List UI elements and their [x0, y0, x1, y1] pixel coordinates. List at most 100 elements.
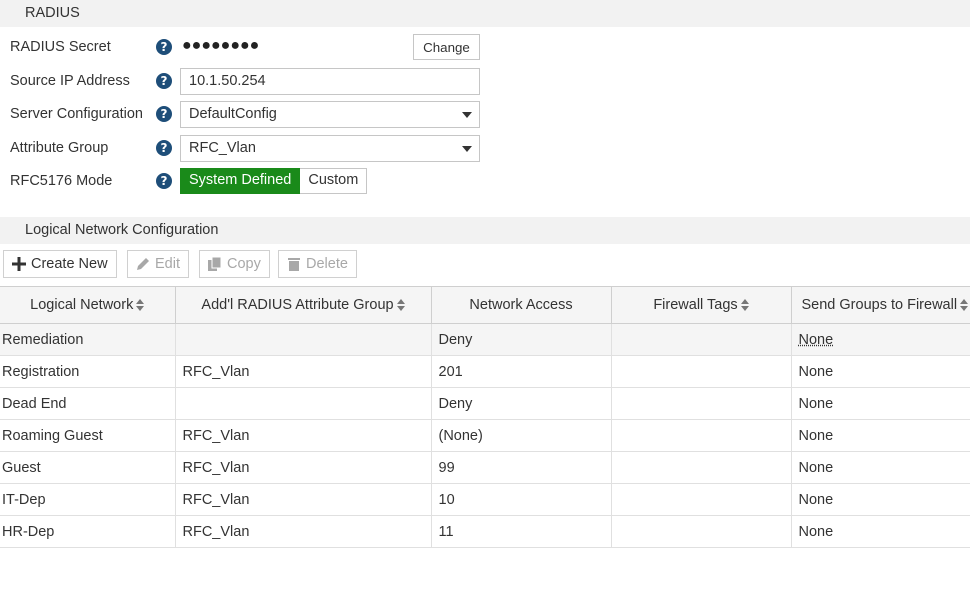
- source-ip-label: Source IP Address: [10, 73, 130, 89]
- delete-label: Delete: [306, 256, 348, 272]
- cell-network-access: 11: [431, 515, 612, 548]
- radius-secret-label: RADIUS Secret: [10, 39, 111, 55]
- column-header-label: Send Groups to Firewall: [801, 297, 958, 313]
- table-row[interactable]: Registration RFC_Vlan 201 None: [0, 355, 970, 388]
- cell-attribute-group: RFC_Vlan: [175, 419, 432, 452]
- pencil-icon: [137, 258, 149, 270]
- server-config-label: Server Configuration: [10, 106, 143, 122]
- source-ip-input[interactable]: 10.1.50.254: [180, 68, 480, 95]
- send-groups-link[interactable]: None: [799, 332, 834, 348]
- column-header-label: Network Access: [469, 297, 573, 313]
- cell-firewall-tags: [611, 451, 792, 484]
- cell-firewall-tags: [611, 515, 792, 548]
- table-row[interactable]: Roaming Guest RFC_Vlan (None) None: [0, 419, 970, 452]
- help-icon[interactable]: ?: [156, 106, 172, 122]
- server-config-select[interactable]: DefaultConfig: [180, 101, 480, 128]
- cell-network-access: 10: [431, 483, 612, 516]
- attribute-group-row: Attribute Group ? RFC_Vlan: [0, 135, 490, 162]
- radius-section-title: RADIUS: [25, 5, 80, 21]
- cell-firewall-tags: [611, 483, 792, 516]
- delete-button[interactable]: Delete: [278, 250, 357, 278]
- create-new-button[interactable]: Create New: [3, 250, 117, 278]
- cell-logical-network: HR-Dep: [0, 515, 176, 548]
- table-row[interactable]: HR-Dep RFC_Vlan 11 None: [0, 515, 970, 548]
- cell-attribute-group: RFC_Vlan: [175, 515, 432, 548]
- column-header-label: Add'l RADIUS Attribute Group: [201, 297, 394, 313]
- cell-firewall-tags: [611, 419, 792, 452]
- help-icon[interactable]: ?: [156, 140, 172, 156]
- rfc-mode-custom[interactable]: Custom: [300, 168, 368, 194]
- cell-logical-network: IT-Dep: [0, 483, 176, 516]
- edit-button[interactable]: Edit: [127, 250, 189, 278]
- cell-attribute-group: RFC_Vlan: [175, 451, 432, 484]
- cell-send-groups: None: [791, 355, 970, 388]
- table-header-row: Logical Network Add'l RADIUS Attribute G…: [0, 286, 970, 324]
- attribute-group-label: Attribute Group: [10, 140, 109, 156]
- caret-down-icon: [462, 112, 472, 118]
- cell-send-groups: None: [791, 515, 970, 548]
- source-ip-row: Source IP Address ? 10.1.50.254: [0, 68, 490, 95]
- cell-send-groups: None: [791, 387, 970, 420]
- rfc-mode-label: RFC5176 Mode: [10, 173, 113, 189]
- table-row[interactable]: Guest RFC_Vlan 99 None: [0, 451, 970, 484]
- cell-network-access: Deny: [431, 323, 612, 356]
- rfc-mode-system-defined[interactable]: System Defined: [180, 168, 301, 194]
- radius-secret-value: ●●●●●●●●: [182, 37, 260, 54]
- help-icon[interactable]: ?: [156, 39, 172, 55]
- cell-attribute-group: [175, 387, 432, 420]
- server-config-row: Server Configuration ? DefaultConfig: [0, 101, 490, 128]
- radius-section-header: RADIUS: [0, 0, 970, 27]
- server-config-value: DefaultConfig: [189, 106, 277, 122]
- cell-send-groups: None: [791, 323, 970, 356]
- source-ip-value: 10.1.50.254: [189, 73, 266, 89]
- column-header-network-access[interactable]: Network Access: [431, 286, 612, 324]
- cell-attribute-group: [175, 323, 432, 356]
- help-icon[interactable]: ?: [156, 173, 172, 189]
- change-secret-button[interactable]: Change: [413, 34, 480, 60]
- cell-firewall-tags: [611, 323, 792, 356]
- cell-send-groups: None: [791, 451, 970, 484]
- trash-icon: [288, 258, 300, 271]
- logical-network-section-title: Logical Network Configuration: [25, 222, 219, 238]
- column-header-radius-attribute-group[interactable]: Add'l RADIUS Attribute Group: [175, 286, 432, 324]
- plus-icon: [12, 257, 26, 271]
- help-icon[interactable]: ?: [156, 73, 172, 89]
- caret-down-icon: [462, 146, 472, 152]
- logical-network-section-header: Logical Network Configuration: [0, 217, 970, 244]
- cell-network-access: 99: [431, 451, 612, 484]
- sort-icon: [740, 299, 749, 312]
- column-header-logical-network[interactable]: Logical Network: [0, 286, 176, 324]
- cell-logical-network: Registration: [0, 355, 176, 388]
- column-header-firewall-tags[interactable]: Firewall Tags: [611, 286, 792, 324]
- cell-firewall-tags: [611, 355, 792, 388]
- logical-network-table: Logical Network Add'l RADIUS Attribute G…: [0, 286, 970, 548]
- rfc-mode-toggle: System Defined Custom: [180, 168, 368, 194]
- cell-firewall-tags: [611, 387, 792, 420]
- attribute-group-value: RFC_Vlan: [189, 140, 256, 156]
- sort-icon: [136, 299, 145, 312]
- cell-network-access: 201: [431, 355, 612, 388]
- sort-icon: [960, 299, 969, 312]
- copy-button[interactable]: Copy: [199, 250, 270, 278]
- cell-attribute-group: RFC_Vlan: [175, 355, 432, 388]
- cell-logical-network: Dead End: [0, 387, 176, 420]
- cell-send-groups: None: [791, 419, 970, 452]
- create-new-label: Create New: [31, 256, 108, 272]
- edit-label: Edit: [155, 256, 180, 272]
- column-header-send-groups[interactable]: Send Groups to Firewall: [791, 286, 970, 324]
- cell-network-access: Deny: [431, 387, 612, 420]
- attribute-group-select[interactable]: RFC_Vlan: [180, 135, 480, 162]
- table-row[interactable]: IT-Dep RFC_Vlan 10 None: [0, 483, 970, 516]
- copy-label: Copy: [227, 256, 261, 272]
- cell-logical-network: Remediation: [0, 323, 176, 356]
- table-row[interactable]: Dead End Deny None: [0, 387, 970, 420]
- cell-logical-network: Roaming Guest: [0, 419, 176, 452]
- cell-logical-network: Guest: [0, 451, 176, 484]
- copy-icon: [208, 257, 222, 271]
- cell-network-access: (None): [431, 419, 612, 452]
- table-row[interactable]: Remediation Deny None: [0, 323, 970, 356]
- cell-send-groups: None: [791, 483, 970, 516]
- sort-icon: [396, 299, 405, 312]
- column-header-label: Firewall Tags: [653, 297, 738, 313]
- cell-attribute-group: RFC_Vlan: [175, 483, 432, 516]
